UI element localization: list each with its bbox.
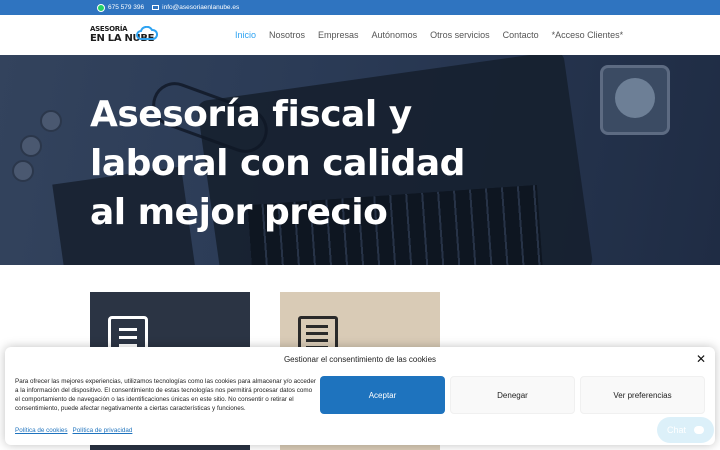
cookie-policy-links: Política de cookies Política de privacid… (15, 427, 132, 434)
site-header: ASESORÍA EN LA NUBE Inicio Nosotros Empr… (0, 15, 720, 55)
mail-icon (152, 5, 160, 10)
site-logo[interactable]: ASESORÍA EN LA NUBE (90, 22, 160, 48)
chat-bubble-icon (694, 426, 704, 434)
hero-coin-decoration (12, 160, 34, 182)
nav-item-acceso-clientes[interactable]: *Acceso Clientes* (552, 30, 624, 40)
cookie-policy-link[interactable]: Política de cookies (15, 427, 68, 434)
phone-contact[interactable]: 675 579 396 (97, 3, 145, 12)
top-bar: 675 579 396 info@asesoriaenlanube.es (0, 0, 720, 15)
hero-banner: Asesoría fiscal y laboral con calidad al… (0, 55, 720, 265)
cookie-banner-text: Para ofrecer las mejores experiencias, u… (15, 378, 316, 412)
hero-title-line-3: al mejor precio (90, 192, 388, 233)
hero-coin-decoration (40, 110, 62, 132)
nav-item-contacto[interactable]: Contacto (503, 30, 539, 40)
hero-title-line-2: laboral con calidad (90, 143, 465, 184)
deny-cookies-button[interactable]: Denegar (450, 376, 575, 414)
nav-item-empresas[interactable]: Empresas (318, 30, 359, 40)
hero-plant-decoration (600, 65, 670, 135)
view-preferences-button[interactable]: Ver preferencias (580, 376, 705, 414)
phone-number: 675 579 396 (108, 4, 145, 11)
hero-title-line-1: Asesoría fiscal y (90, 94, 412, 135)
main-nav: Inicio Nosotros Empresas Autónomos Otros… (235, 15, 623, 55)
nav-item-inicio[interactable]: Inicio (235, 30, 256, 40)
email-contact[interactable]: info@asesoriaenlanube.es (152, 4, 239, 11)
hero-title: Asesoría fiscal y laboral con calidad al… (90, 90, 510, 237)
cloud-logo-icon (136, 26, 158, 40)
email-address: info@asesoriaenlanube.es (162, 4, 240, 11)
nav-item-autonomos[interactable]: Autónomos (372, 30, 418, 40)
whatsapp-icon (97, 3, 105, 12)
chat-label: Chat (666, 425, 686, 435)
cookie-banner-title: Gestionar el consentimiento de las cooki… (283, 355, 437, 364)
privacy-policy-link[interactable]: Política de privacidad (73, 427, 133, 434)
cookie-consent-banner: Gestionar el consentimiento de las cooki… (5, 347, 715, 445)
nav-item-otros-servicios[interactable]: Otros servicios (430, 30, 490, 40)
hero-coin-decoration (20, 135, 42, 157)
accept-cookies-button[interactable]: Aceptar (320, 376, 445, 414)
close-icon[interactable]: ✕ (696, 352, 706, 366)
chat-widget-button[interactable]: Chat (657, 417, 714, 443)
nav-item-nosotros[interactable]: Nosotros (269, 30, 305, 40)
